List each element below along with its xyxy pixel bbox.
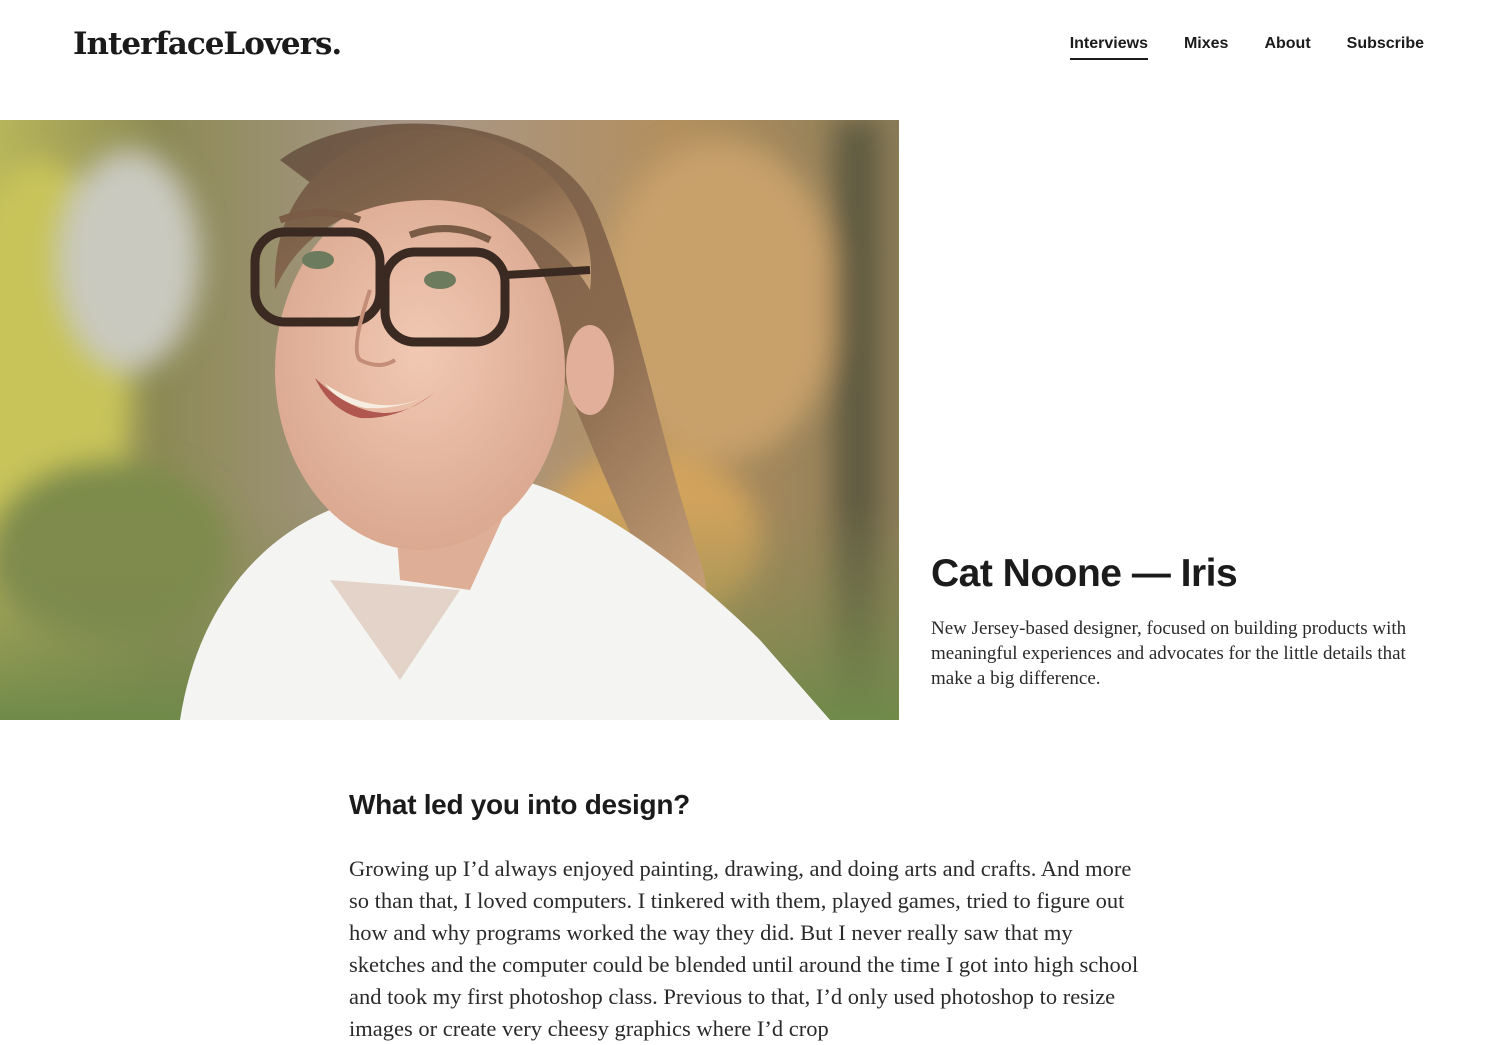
interview-intro: Cat Noone — Iris New Jersey-based design… — [931, 550, 1441, 691]
nav-item-about[interactable]: About — [1264, 33, 1310, 60]
interview-description: New Jersey-based designer, focused on bu… — [931, 618, 1407, 689]
main-nav: Interviews Mixes About Subscribe — [1069, 33, 1424, 60]
interview-body: What led you into design? Growing up I’d… — [349, 783, 1149, 1045]
interview-title: Cat Noone — Iris — [931, 552, 1238, 595]
site-header: InterfaceLovers. Interviews Mixes About … — [0, 0, 1498, 100]
interview-answer: Growing up I’d always enjoyed painting, … — [349, 856, 1139, 1041]
nav-item-subscribe[interactable]: Subscribe — [1347, 33, 1424, 60]
portrait-photo — [0, 120, 899, 720]
site-logo[interactable]: InterfaceLovers. — [73, 24, 342, 64]
interview-question: What led you into design? — [349, 789, 690, 820]
nav-item-mixes[interactable]: Mixes — [1184, 33, 1228, 60]
nav-item-interviews[interactable]: Interviews — [1069, 33, 1148, 60]
